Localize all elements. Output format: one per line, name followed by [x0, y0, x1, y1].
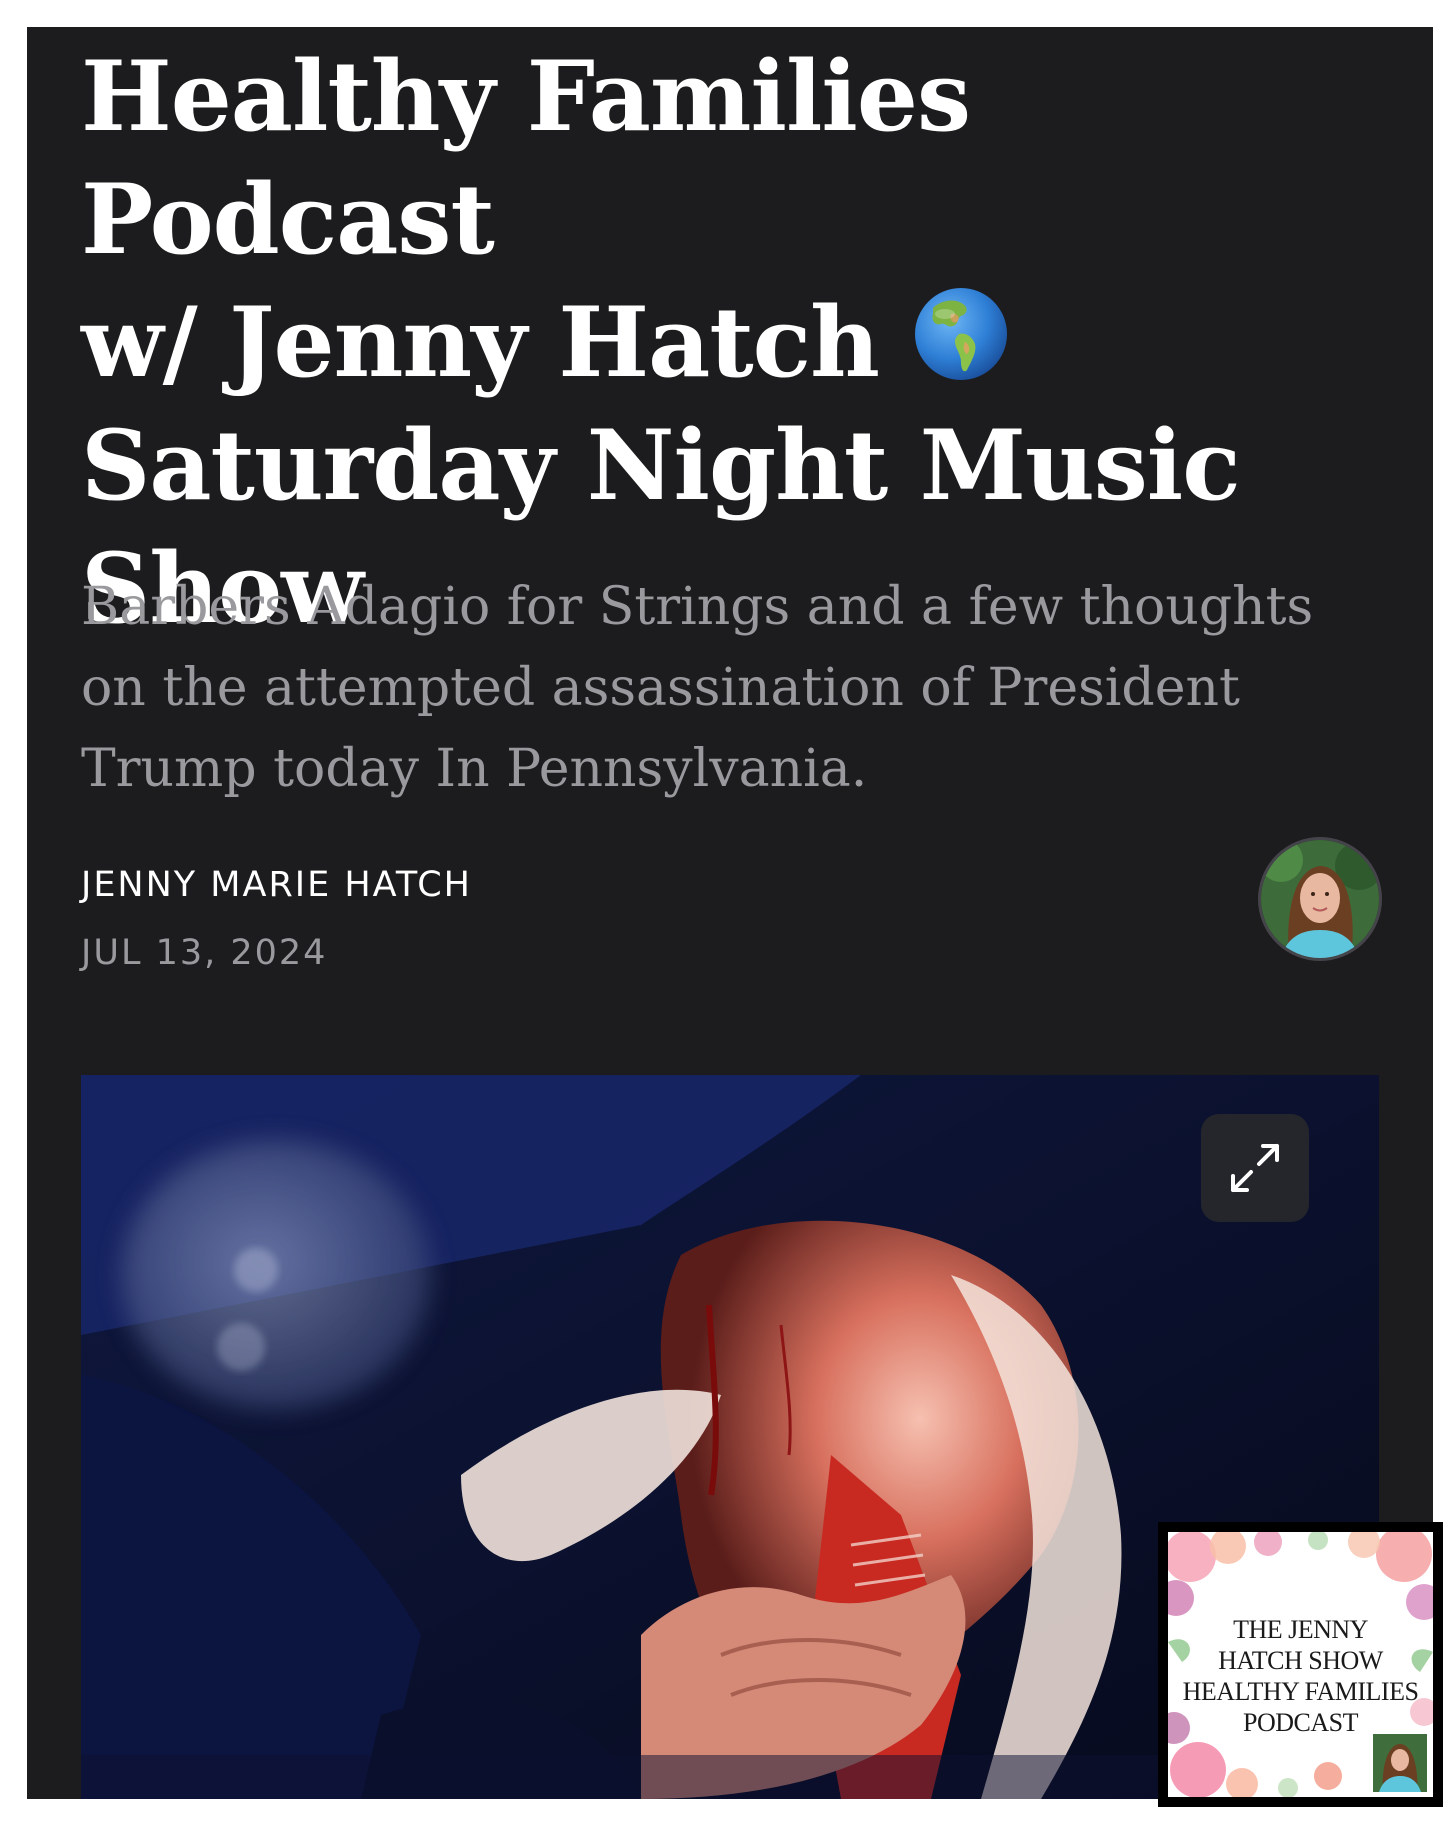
post-subtitle-line-1: Barbers Adagio for Strings and a few tho… [81, 577, 1314, 637]
post-date: JUL 13, 2024 [81, 933, 328, 973]
post-subtitle-line-2: on the attempted assassination of Presid… [81, 658, 1240, 718]
podcast-cover-thumbnail[interactable]: THE JENNY HATCH SHOW HEALTHY FAMILIES PO… [1158, 1522, 1443, 1807]
author-avatar[interactable] [1258, 837, 1382, 961]
expand-arrows-icon [1231, 1144, 1279, 1192]
podcast-host-photo [1371, 1732, 1429, 1794]
host-portrait-image [1373, 1734, 1427, 1792]
post-title-line-1: Healthy Families Podcast [81, 40, 971, 276]
post-title-line-2: w/ Jenny Hatch [81, 286, 880, 399]
author-avatar-image [1261, 840, 1379, 958]
podcast-cover-line-2: HATCH SHOW [1218, 1646, 1383, 1675]
globe-americas-icon [915, 288, 1008, 380]
author-name[interactable]: JENNY MARIE HATCH [81, 865, 472, 905]
expand-image-button[interactable] [1201, 1114, 1309, 1222]
podcast-cover-title: THE JENNY HATCH SHOW HEALTHY FAMILIES PO… [1168, 1614, 1433, 1738]
podcast-cover-line-1: THE JENNY [1233, 1615, 1368, 1644]
post-subtitle: Barbers Adagio for Strings and a few tho… [81, 567, 1411, 810]
podcast-cover-line-3: HEALTHY FAMILIES [1182, 1677, 1419, 1706]
podcast-cover-art: THE JENNY HATCH SHOW HEALTHY FAMILIES PO… [1168, 1532, 1433, 1797]
post-title: Healthy Families Podcast w/ Jenny Hatch … [81, 35, 1381, 650]
post-subtitle-line-3: Trump today In Pennsylvania. [81, 739, 868, 799]
post-title-line-3: Saturday Night Music [81, 409, 1241, 522]
